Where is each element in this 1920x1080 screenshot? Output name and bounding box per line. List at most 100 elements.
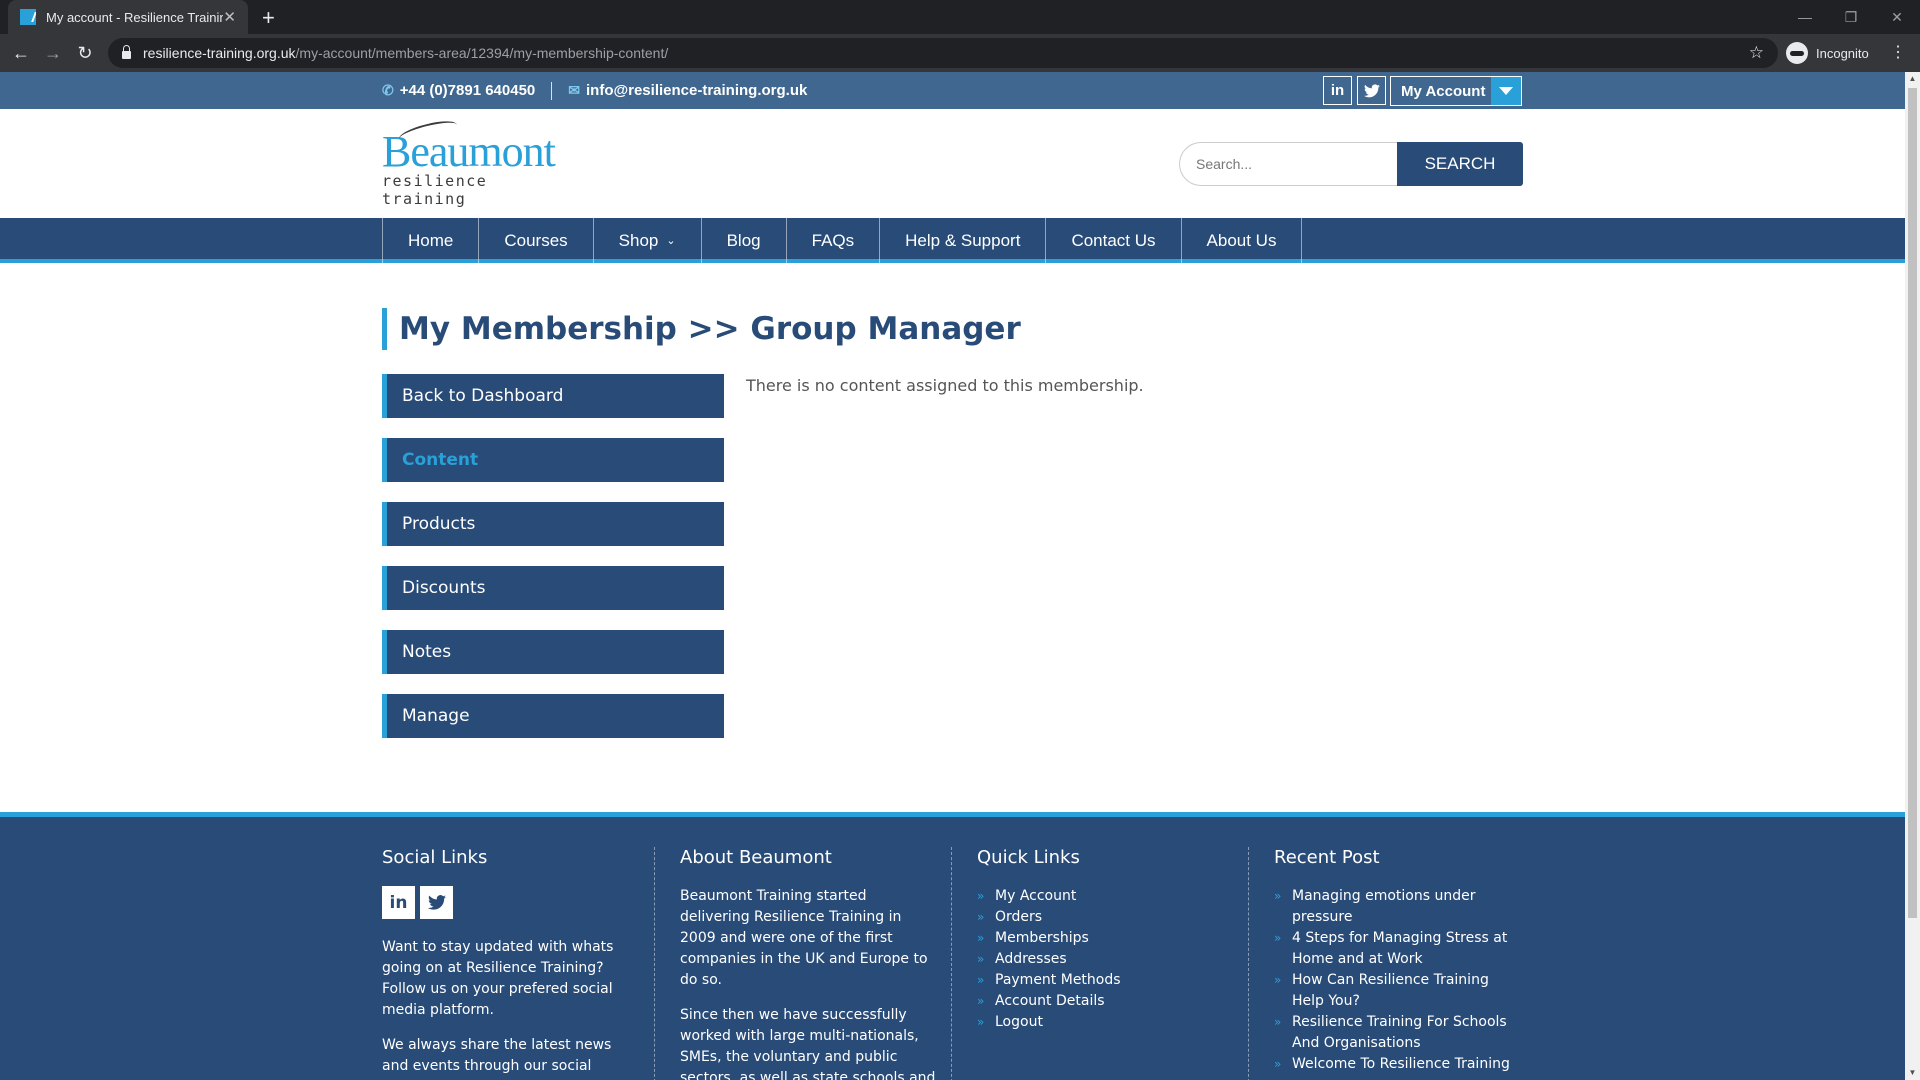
search-input[interactable]: Search...: [1179, 142, 1397, 186]
quick-link-orders[interactable]: » Orders: [977, 907, 1237, 928]
forward-arrow-icon[interactable]: →: [42, 42, 64, 64]
nav-item-contact-us[interactable]: Contact Us: [1046, 218, 1182, 263]
divider: [551, 81, 553, 100]
page-scrollbar[interactable]: ▲ ▼: [1905, 72, 1920, 1080]
footer-text: We always share the latest news and even…: [382, 1037, 612, 1080]
recent-post-link[interactable]: » How Can Resilience Training Help You?: [1274, 970, 1522, 1012]
page-viewport: ✆ +44 (0)7891 640450 ✉ info@resilience-t…: [0, 72, 1905, 1080]
top-contact-strip: ✆ +44 (0)7891 640450 ✉ info@resilience-t…: [0, 72, 1905, 109]
recent-post-link[interactable]: » Resilience Training For Schools And Org…: [1274, 1012, 1522, 1054]
double-chevron-icon: »: [1274, 889, 1282, 903]
footer-social-icons: in: [382, 886, 642, 919]
nav-item-faqs[interactable]: FAQs: [787, 218, 881, 263]
browser-menu-icon[interactable]: ⋮: [1890, 42, 1906, 62]
my-account-dropdown[interactable]: My Account: [1390, 76, 1522, 106]
menu-content[interactable]: Content: [382, 438, 724, 482]
nav-label: Courses: [504, 230, 568, 250]
double-chevron-icon: »: [1274, 1057, 1282, 1071]
nav-item-shop[interactable]: Shop ⌄: [594, 218, 702, 263]
nav-label: Shop: [618, 230, 659, 250]
scroll-up-arrow-icon[interactable]: ▲: [1908, 74, 1917, 84]
new-tab-button[interactable]: +: [262, 5, 275, 31]
scroll-down-arrow-icon[interactable]: ▼: [1908, 1068, 1917, 1078]
double-chevron-icon: »: [1274, 931, 1282, 945]
menu-back-to-dashboard[interactable]: Back to Dashboard: [382, 374, 724, 418]
email-link[interactable]: info@resilience-training.org.uk: [586, 82, 807, 99]
nav-item-home[interactable]: Home: [383, 218, 480, 263]
nav-item-courses[interactable]: Courses: [479, 218, 594, 263]
footer-heading: Recent Post: [1274, 847, 1380, 868]
quick-links-list: » My Account » Orders » Memberships » Addres…: [977, 886, 1237, 1033]
quick-link-logout[interactable]: » Logout: [977, 1012, 1237, 1033]
my-account-label: My Account: [1401, 82, 1486, 100]
footer-heading: Social Links: [382, 847, 488, 868]
footer-divider: [654, 847, 655, 1080]
window-close-icon[interactable]: ✕: [1874, 0, 1920, 34]
site-favicon-icon: [20, 9, 36, 25]
nav-label: Home: [408, 230, 454, 250]
link-label: Resilience Training For Schools And Orga…: [1292, 1014, 1507, 1051]
tab-close-icon[interactable]: ✕: [223, 8, 236, 26]
empty-content-message: There is no content assigned to this mem…: [746, 376, 1144, 395]
footer-text: Beaumont Training started delivering Res…: [680, 888, 928, 988]
double-chevron-icon: »: [977, 952, 985, 966]
quick-link-payment-methods[interactable]: » Payment Methods: [977, 970, 1237, 991]
tab-title: My account - Resilience Training: [46, 9, 224, 25]
linkedin-icon[interactable]: in: [382, 886, 415, 919]
footer-text: Since then we have successfully worked w…: [680, 1007, 936, 1080]
recent-post-link[interactable]: » Welcome To Resilience Training: [1274, 1054, 1522, 1075]
phone-number[interactable]: +44 (0)7891 640450: [400, 82, 536, 99]
quick-link-account-details[interactable]: » Account Details: [977, 991, 1237, 1012]
back-arrow-icon[interactable]: ←: [10, 42, 32, 64]
quick-link-my-account[interactable]: » My Account: [977, 886, 1237, 907]
menu-manage[interactable]: Manage: [382, 694, 724, 738]
bookmark-star-icon[interactable]: ☆: [1749, 43, 1764, 63]
double-chevron-icon: »: [977, 994, 985, 1008]
nav-item-blog[interactable]: Blog: [702, 218, 787, 263]
nav-label: Contact Us: [1071, 230, 1156, 250]
browser-tab-bar: My account - Resilience Training ✕ + — ❐…: [0, 0, 1920, 34]
double-chevron-icon: »: [1274, 1015, 1282, 1029]
site-search: Search... SEARCH: [1179, 142, 1523, 186]
contact-info: ✆ +44 (0)7891 640450 ✉ info@resilience-t…: [382, 72, 807, 109]
logo-tagline: resilience training: [382, 172, 488, 208]
twitter-icon[interactable]: [420, 886, 453, 919]
footer-heading: About Beaumont: [680, 847, 832, 868]
address-bar[interactable]: resilience-training.org.uk /my-account/m…: [108, 38, 1778, 68]
incognito-indicator[interactable]: Incognito: [1786, 40, 1869, 66]
phone-icon: ✆: [382, 82, 394, 98]
link-label: Logout: [995, 1014, 1043, 1030]
search-button[interactable]: SEARCH: [1397, 142, 1523, 186]
footer-about-column: About Beaumont Beaumont Training started…: [680, 847, 940, 1080]
quick-link-memberships[interactable]: » Memberships: [977, 928, 1237, 949]
scrollbar-thumb[interactable]: [1908, 88, 1917, 918]
dropdown-caret-icon[interactable]: [1491, 77, 1521, 105]
browser-toolbar: ← → ↻ resilience-training.org.uk /my-acc…: [0, 34, 1920, 72]
nav-item-help-support[interactable]: Help & Support: [880, 218, 1047, 263]
minimize-icon[interactable]: —: [1782, 0, 1828, 34]
menu-products[interactable]: Products: [382, 502, 724, 546]
link-label: Addresses: [995, 951, 1067, 967]
menu-notes[interactable]: Notes: [382, 630, 724, 674]
browser-tab[interactable]: My account - Resilience Training ✕: [8, 0, 248, 34]
reload-icon[interactable]: ↻: [74, 42, 96, 64]
window-controls: — ❐ ✕: [1782, 0, 1920, 34]
link-label: Memberships: [995, 930, 1089, 946]
nav-label: FAQs: [811, 230, 855, 250]
recent-post-link[interactable]: » Managing emotions under pressure: [1274, 886, 1522, 928]
nav-label: Help & Support: [905, 230, 1021, 250]
lock-icon: [122, 45, 131, 59]
twitter-icon[interactable]: [1357, 76, 1386, 105]
nav-item-about-us[interactable]: About Us: [1182, 218, 1303, 263]
menu-discounts[interactable]: Discounts: [382, 566, 724, 610]
link-label: How Can Resilience Training Help You?: [1292, 972, 1489, 1009]
linkedin-icon[interactable]: in: [1323, 76, 1352, 105]
nav-label: About Us: [1206, 230, 1277, 250]
footer-divider: [1248, 847, 1249, 1080]
membership-side-menu: Back to Dashboard Content Products Disco…: [382, 374, 724, 758]
site-logo[interactable]: Beaumont resilience training: [382, 116, 562, 208]
restore-icon[interactable]: ❐: [1828, 0, 1874, 34]
recent-post-link[interactable]: » 4 Steps for Managing Stress at Home and…: [1274, 928, 1522, 970]
chevron-down-icon: ⌄: [666, 235, 676, 247]
quick-link-addresses[interactable]: » Addresses: [977, 949, 1237, 970]
